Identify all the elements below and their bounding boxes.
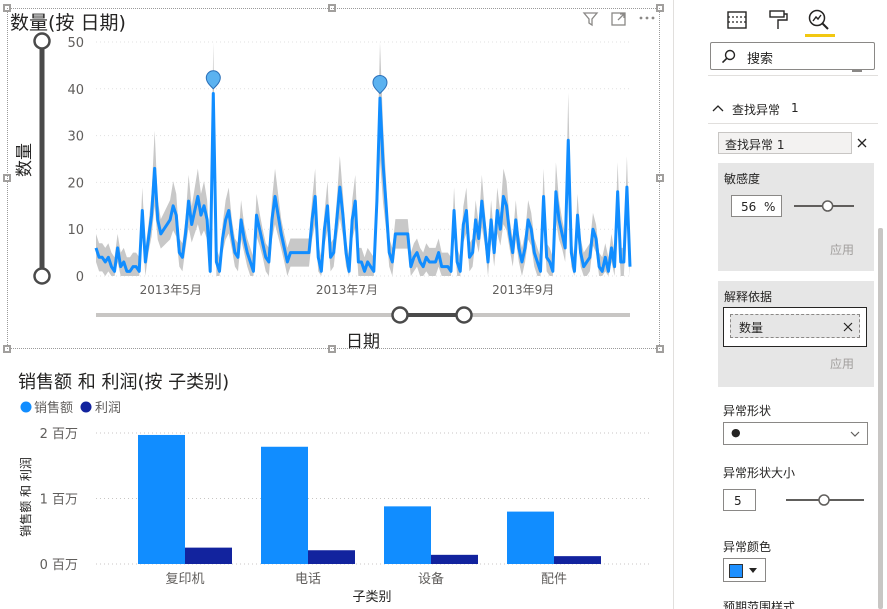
x-tick-label: 电话 (295, 572, 321, 587)
y-tick-label: 50 (67, 36, 84, 51)
anomaly-name-text: 查找异常 1 (725, 138, 785, 152)
explain-by-label: 解释依据 (724, 290, 773, 304)
y-tick-label: 20 (67, 176, 84, 191)
y-tick-label: 0 (76, 270, 84, 285)
expected-range-band (96, 42, 630, 276)
x-tick-label: 2013年5月 (140, 283, 202, 297)
sensitivity-input[interactable]: 56 % (731, 195, 782, 217)
x-tick-label: 2013年9月 (492, 283, 554, 297)
shape-size-value: 5 (734, 494, 742, 508)
collapse-icon[interactable] (852, 70, 862, 72)
chevron-up-icon[interactable] (712, 103, 724, 113)
visualizations-pane: 搜索 查找异常 1 查找异常 1 敏感度 56 % 应用 解释依据 数量 应用 … (700, 0, 887, 609)
x-tick-label: 2013年7月 (316, 283, 378, 297)
fields-tab-icon[interactable] (726, 8, 748, 32)
section-divider (708, 123, 878, 124)
sensitivity-value: 56 (741, 200, 757, 214)
x-axis-title: 子类别 (352, 590, 391, 605)
color-swatch (729, 564, 743, 578)
anomaly-name-field[interactable]: 查找异常 1 (718, 132, 852, 154)
x-tick-label: 设备 (418, 571, 444, 587)
y-axis-title: 数量 (15, 143, 35, 177)
bar-profit (554, 556, 601, 564)
x-zoom-handle-left[interactable] (391, 306, 409, 324)
chart2-title: 销售额 和 利润(按 子类别) (18, 372, 230, 393)
section-count: 1 (791, 101, 799, 115)
legend-marker-sales (20, 401, 32, 413)
explain-by-well[interactable]: 数量 (723, 307, 867, 347)
analytics-tab-icon[interactable] (807, 8, 829, 32)
shape-size-input[interactable]: 5 (723, 489, 756, 511)
sensitivity-unit: % (764, 200, 776, 214)
apply-button[interactable]: 应用 (830, 241, 854, 258)
field-chip-label: 数量 (739, 321, 764, 335)
bar-sales (261, 446, 308, 564)
x-tick-label: 复印机 (165, 572, 204, 587)
close-icon[interactable] (857, 138, 867, 148)
x-axis-title: 日期 (346, 332, 380, 352)
search-placeholder: 搜索 (747, 52, 774, 67)
bar-profit (185, 547, 232, 564)
bar-profit (308, 550, 355, 564)
y-tick-label: 0 百万 (40, 558, 78, 573)
sensitivity-label: 敏感度 (724, 172, 761, 186)
shape-size-label: 异常形状大小 (723, 466, 796, 480)
remove-field-icon[interactable] (843, 322, 853, 332)
x-tick-label: 配件 (541, 572, 567, 587)
bar-chart: 销售额 利润 2 百万 1 百万 0 百万 复印机 电话 设备 配件 销售额 和 利润 子… (18, 400, 650, 605)
chevron-down-icon (850, 431, 860, 437)
caret-down-icon (749, 568, 757, 573)
sensitivity-slider-thumb[interactable] (821, 200, 834, 212)
anomaly-marker (205, 70, 221, 90)
pane-scrollbar[interactable] (878, 228, 883, 609)
line-chart: 50 40 30 20 10 0 2013年5月 2013年7月 2013年9月 数量 日期 (15, 32, 632, 352)
x-zoom-handle-right[interactable] (455, 306, 473, 324)
report-canvas: 数量(按 日期) 50 40 30 20 10 0 2013年5月 2013年7月 2013年… (0, 0, 668, 609)
section-divider (708, 75, 878, 76)
pane-tabs (700, 0, 887, 44)
legend-label-profit[interactable]: 利润 (95, 401, 121, 416)
shape-dropdown[interactable]: ● (723, 422, 868, 445)
field-chip[interactable]: 数量 (730, 314, 860, 338)
y-tick-label: 30 (67, 130, 84, 145)
anomaly-marker (372, 74, 388, 95)
color-picker[interactable] (723, 558, 766, 582)
y-tick-label: 40 (67, 83, 84, 98)
bar-sales (384, 506, 431, 564)
bar-profit (431, 554, 478, 564)
legend-label-sales[interactable]: 销售额 (34, 400, 73, 416)
y-tick-label: 2 百万 (40, 427, 78, 442)
search-box[interactable]: 搜索 (710, 42, 875, 70)
pane-divider (673, 0, 674, 609)
shape-size-slider-thumb[interactable] (818, 494, 830, 506)
y-axis-title: 销售额 和 利润 (18, 457, 33, 537)
apply-button-2[interactable]: 应用 (830, 355, 854, 372)
truncated-section-label: 预期范围样式 (723, 601, 796, 609)
section-header[interactable]: 查找异常 (732, 101, 780, 118)
bar-sales (138, 434, 185, 564)
active-tab-indicator (805, 34, 835, 37)
y-zoom-handle-bottom[interactable] (33, 267, 51, 285)
shape-label: 异常形状 (723, 404, 772, 418)
color-label: 异常颜色 (723, 540, 772, 554)
y-tick-label: 1 百万 (40, 493, 78, 508)
search-icon (721, 49, 736, 64)
format-tab-icon[interactable] (767, 8, 789, 32)
sensitivity-slider[interactable] (792, 198, 856, 214)
y-tick-label: 10 (67, 223, 84, 238)
bar-sales (507, 511, 554, 564)
y-zoom-handle-top[interactable] (33, 32, 51, 50)
legend-marker-profit (80, 401, 92, 413)
shape-size-slider[interactable] (784, 492, 866, 508)
shape-value: ● (731, 426, 741, 439)
